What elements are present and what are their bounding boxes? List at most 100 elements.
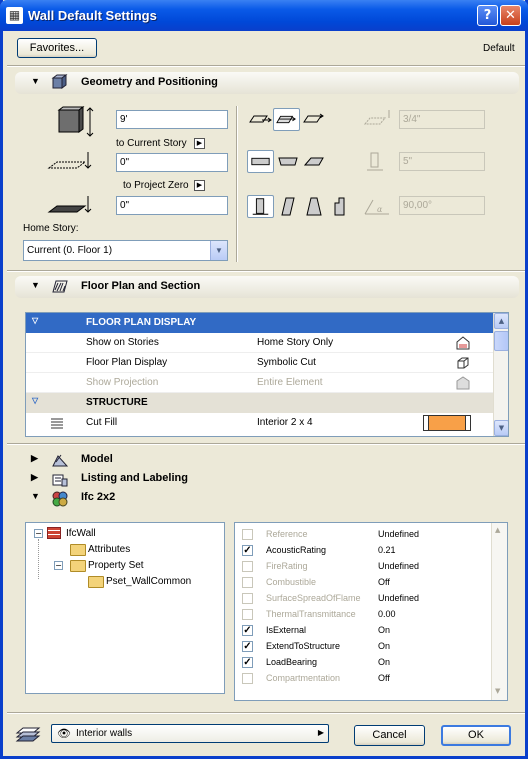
property-row[interactable]: SurfaceSpreadOfFlame Undefined <box>235 591 505 607</box>
floor-plan-section-icon <box>52 280 68 293</box>
tree-expander-icon[interactable]: − <box>34 529 43 538</box>
section-floor-plan[interactable]: ▼ Floor Plan and Section <box>15 276 519 298</box>
dialog-window: ▦ Wall Default Settings ? ✕ Favorites...… <box>0 0 528 759</box>
collapse-triangle-icon[interactable]: ▼ <box>31 491 40 501</box>
double-slanted-wall-icon[interactable] <box>301 195 328 218</box>
polygon-wall-icon[interactable] <box>301 150 328 173</box>
section-listing[interactable]: ▶ Listing and Labeling <box>15 469 519 488</box>
scroll-down-icon[interactable]: ▼ <box>495 687 500 695</box>
property-row[interactable]: ThermalTransmittance 0.00 <box>235 607 505 623</box>
tree-item-property-set[interactable]: Property Set <box>88 560 144 571</box>
collapse-triangle-icon[interactable]: ▼ <box>31 280 40 290</box>
property-value: Off <box>378 673 390 683</box>
floor-plan-table[interactable]: ▽ FLOOR PLAN DISPLAY Show on Stories Hom… <box>25 312 509 437</box>
property-checkbox[interactable] <box>242 529 253 540</box>
group-collapse-icon[interactable]: ▽ <box>32 396 38 405</box>
chevron-right-icon[interactable]: ▶ <box>318 728 324 737</box>
ok-button[interactable]: OK <box>441 725 511 746</box>
project-zero-arrow-button[interactable]: ▶ <box>194 180 205 191</box>
property-row[interactable]: ✓ AcousticRating 0.21 <box>235 543 505 559</box>
property-checkbox[interactable] <box>242 577 253 588</box>
ok-label: OK <box>468 729 484 741</box>
tree-item-ifcwall[interactable]: IfcWall <box>66 528 96 539</box>
property-checkbox[interactable]: ✓ <box>242 657 253 668</box>
property-row[interactable]: Combustible Off <box>235 575 505 591</box>
table-row[interactable]: Show Projection Entire Element <box>26 373 493 393</box>
current-story-offset-field[interactable]: 0" <box>116 153 228 172</box>
chevron-down-icon[interactable]: ▼ <box>210 241 227 260</box>
ifc-property-list[interactable]: Reference Undefined ✓ AcousticRating 0.21 Fir… <box>234 522 508 701</box>
folder-icon <box>88 576 104 588</box>
current-story-arrow-button[interactable]: ▶ <box>194 138 205 149</box>
cancel-button[interactable]: Cancel <box>354 725 425 746</box>
ifc-tree[interactable]: − IfcWall Attributes − Property Set Pset… <box>25 522 225 694</box>
scroll-up-icon[interactable]: ▲ <box>494 313 508 329</box>
table-row[interactable]: Floor Plan Display Symbolic Cut <box>26 353 493 373</box>
vertical-wall-icon[interactable] <box>247 195 274 218</box>
property-checkbox[interactable] <box>242 673 253 684</box>
trapezoid-wall-icon[interactable] <box>275 150 302 173</box>
home-story-select[interactable]: Current (0. Floor 1) ▼ <box>23 240 228 261</box>
projection-icon <box>456 376 470 390</box>
close-button[interactable]: ✕ <box>500 5 521 26</box>
property-value: On <box>378 625 391 635</box>
wall-height-field[interactable]: 9' <box>116 110 228 129</box>
straight-wall-icon[interactable] <box>247 150 274 173</box>
table-group-header[interactable]: ▽ FLOOR PLAN DISPLAY <box>26 313 493 333</box>
property-row[interactable]: ✓ LoadBearing On <box>235 655 505 671</box>
section-ifc[interactable]: ▼ Ifc 2x2 <box>15 488 519 508</box>
tree-item-pset-wallcommon[interactable]: Pset_WallCommon <box>106 576 191 587</box>
table-group-header[interactable]: ▽ STRUCTURE <box>26 393 493 413</box>
scroll-down-icon[interactable]: ▼ <box>494 420 508 436</box>
vertical-divider <box>236 106 238 262</box>
table-scrollbar[interactable]: ▲ ▼ <box>493 313 508 436</box>
cut-fill-swatch[interactable] <box>423 415 471 431</box>
favorites-button[interactable]: Favorites... <box>17 38 97 58</box>
section-geometry-label: Geometry and Positioning <box>81 76 218 88</box>
section-geometry[interactable]: ▼ Geometry and Positioning <box>15 72 519 94</box>
ref-line-center-icon[interactable] <box>273 108 300 131</box>
collapse-triangle-icon[interactable]: ▼ <box>31 76 40 86</box>
tree-item-attributes[interactable]: Attributes <box>88 544 130 555</box>
property-row[interactable]: Reference Undefined <box>235 527 505 543</box>
property-name: LoadBearing <box>266 657 318 667</box>
title-bar[interactable]: ▦ Wall Default Settings ? ✕ <box>0 0 528 31</box>
property-checkbox[interactable]: ✓ <box>242 641 253 652</box>
property-checkbox[interactable]: ✓ <box>242 545 253 556</box>
profiled-wall-icon[interactable] <box>327 195 354 218</box>
section-model[interactable]: ▶ Model <box>15 450 519 469</box>
cut-fill-icon <box>51 418 63 429</box>
property-row[interactable]: ✓ IsExternal On <box>235 623 505 639</box>
property-name: ThermalTransmittance <box>266 609 356 619</box>
swatch-end <box>465 416 470 430</box>
ref-line-inside-icon[interactable] <box>301 108 328 131</box>
property-checkbox[interactable]: ✓ <box>242 625 253 636</box>
scroll-thumb[interactable] <box>494 331 508 351</box>
group-collapse-icon[interactable]: ▽ <box>32 316 38 325</box>
property-value: On <box>378 657 391 667</box>
property-name: IsExternal <box>266 625 307 635</box>
ref-line-outside-icon[interactable] <box>247 108 274 131</box>
bottom-offset-icon <box>47 152 92 169</box>
expand-triangle-icon[interactable]: ▶ <box>31 453 38 464</box>
row-name: Show on Stories <box>86 337 159 348</box>
property-checkbox[interactable] <box>242 609 253 620</box>
slanted-wall-icon[interactable] <box>275 195 302 218</box>
property-value: 0.21 <box>378 545 396 555</box>
property-row[interactable]: ✓ ExtendToStructure On <box>235 639 505 655</box>
project-zero-offset-field[interactable]: 0" <box>116 196 228 215</box>
table-row[interactable]: Show on Stories Home Story Only <box>26 333 493 353</box>
property-checkbox[interactable] <box>242 593 253 604</box>
layer-select[interactable]: 👁 Interior walls ▶ <box>51 724 329 743</box>
help-button[interactable]: ? <box>477 5 498 26</box>
group-label: FLOOR PLAN DISPLAY <box>86 317 197 328</box>
table-row[interactable]: Cut Fill Interior 2 x 4 <box>26 413 493 433</box>
property-name: Compartmentation <box>266 673 341 683</box>
tree-expander-icon[interactable]: − <box>54 561 63 570</box>
scroll-up-icon[interactable]: ▲ <box>495 526 500 534</box>
expand-triangle-icon[interactable]: ▶ <box>31 472 38 483</box>
property-checkbox[interactable] <box>242 561 253 572</box>
property-scrollbar[interactable]: ▲ ▼ <box>491 523 507 700</box>
property-row[interactable]: FireRating Undefined <box>235 559 505 575</box>
property-row[interactable]: Compartmentation Off <box>235 671 505 687</box>
